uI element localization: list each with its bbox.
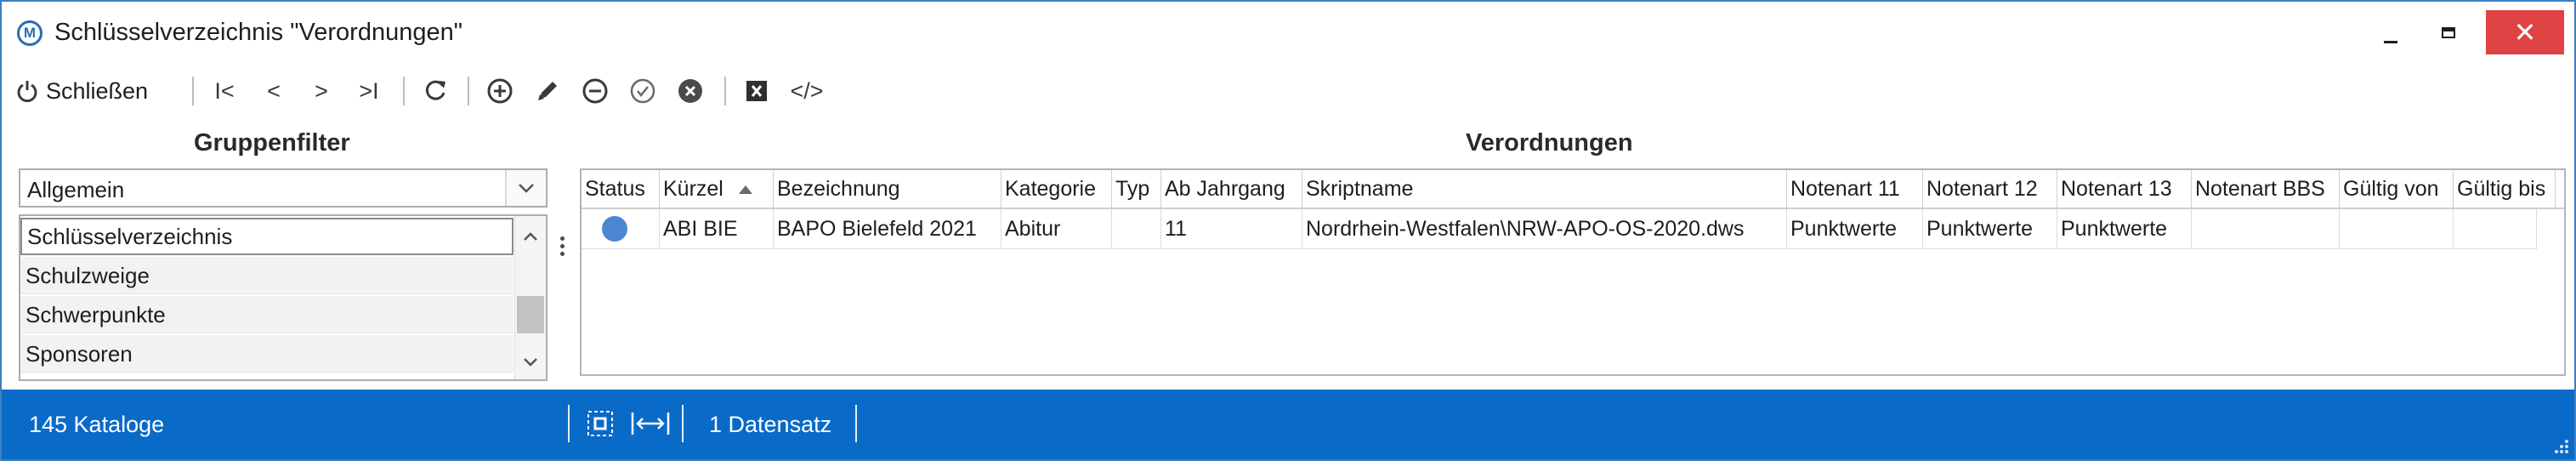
list-item[interactable]: Schulzweige	[20, 257, 513, 294]
column-header-gueltig-von[interactable]: Gültig von	[2340, 170, 2454, 208]
cell-kuerzel: ABI BIE	[660, 209, 774, 248]
statusbar-separator	[855, 405, 857, 442]
last-record-icon: >I	[359, 77, 379, 104]
group-dropdown[interactable]: Allgemein	[19, 168, 548, 208]
cell-notenart-bbs	[2192, 209, 2340, 248]
resize-grip-icon[interactable]	[2550, 435, 2569, 454]
dropdown-value: Allgemein	[27, 177, 125, 202]
confirm-button[interactable]	[624, 70, 661, 112]
group-filter-title: Gruppenfilter	[194, 129, 350, 157]
first-record-icon: I<	[214, 77, 235, 104]
minus-circle-icon	[582, 77, 609, 105]
toolbar-separator	[403, 77, 405, 105]
cell-notenart-13: Punktwerte	[2057, 209, 2192, 248]
cell-skriptname: Nordrhein-Westfalen\NRW-APO-OS-2020.dws	[1302, 209, 1787, 248]
code-icon: </>	[790, 77, 824, 104]
pencil-icon	[535, 78, 560, 104]
minimize-button[interactable]	[2374, 19, 2408, 53]
last-record-button[interactable]: >I	[352, 70, 386, 112]
column-header-notenart-12[interactable]: Notenart 12	[1923, 170, 2057, 208]
group-list: Schlüsselverzeichnis Schulzweige Schwerp…	[19, 214, 548, 381]
toolbar-separator	[468, 77, 469, 105]
cancel-button[interactable]	[672, 70, 709, 112]
add-circle-icon	[486, 77, 513, 105]
sort-ascending-icon	[738, 185, 752, 195]
edit-button[interactable]	[529, 70, 566, 112]
grid-header: Status Kürzel Bezeichnung Kategorie Typ …	[582, 170, 2564, 209]
close-button[interactable]: Schließen	[15, 70, 179, 112]
statusbar-separator	[682, 405, 684, 442]
excel-icon	[745, 79, 769, 103]
window-title: Schlüsselverzeichnis "Verordnungen"	[54, 19, 463, 46]
scroll-up-icon[interactable]	[515, 219, 546, 253]
cell-gueltig-von	[2340, 209, 2454, 248]
cell-kategorie: Abitur	[1001, 209, 1112, 248]
cell-notenart-11: Punktwerte	[1787, 209, 1923, 248]
column-header-skriptname[interactable]: Skriptname	[1302, 170, 1787, 208]
next-icon: >	[315, 77, 328, 104]
refresh-icon	[423, 78, 448, 104]
table-row[interactable]: ABI BIE BAPO Bielefeld 2021 Abitur 11 No…	[582, 209, 2537, 249]
status-bar: 145 Kataloge 1 Datensatz	[2, 390, 2574, 459]
chevron-down-icon[interactable]	[505, 170, 546, 206]
column-header-kategorie[interactable]: Kategorie	[1001, 170, 1112, 208]
list-item[interactable]: Sponsoren	[20, 335, 513, 373]
refresh-button[interactable]	[417, 70, 454, 112]
scroll-thumb[interactable]	[517, 296, 544, 333]
catalog-count: 145 Kataloge	[29, 412, 165, 437]
fit-to-window-icon[interactable]	[583, 407, 617, 441]
column-header-label: Kürzel	[663, 177, 723, 201]
status-cell	[582, 209, 660, 248]
status-dot-icon	[602, 216, 627, 242]
column-header-bezeichnung[interactable]: Bezeichnung	[774, 170, 1001, 208]
previous-icon: <	[267, 77, 281, 104]
list-item[interactable]: Schwerpunkte	[20, 296, 513, 333]
list-scrollbar[interactable]	[514, 216, 546, 379]
cell-gueltig-bis	[2454, 209, 2537, 248]
column-header-gueltig-bis[interactable]: Gültig bis	[2454, 170, 2556, 208]
column-header-status[interactable]: Status	[582, 170, 660, 208]
previous-record-button[interactable]: <	[257, 70, 291, 112]
regulations-title: Verordnungen	[1466, 129, 1633, 157]
scroll-down-icon[interactable]	[515, 345, 546, 379]
excel-export-button[interactable]	[740, 70, 774, 112]
statusbar-separator	[568, 405, 570, 442]
cancel-circle-icon	[677, 77, 704, 105]
cell-bezeichnung: BAPO Bielefeld 2021	[774, 209, 1001, 248]
first-record-button[interactable]: I<	[207, 70, 241, 112]
fit-column-width-icon[interactable]	[629, 407, 672, 441]
panel-splitter-handle[interactable]	[558, 233, 566, 267]
toolbar-separator	[724, 77, 726, 105]
remove-button[interactable]	[576, 70, 614, 112]
column-header-typ[interactable]: Typ	[1112, 170, 1161, 208]
regulations-grid: Status Kürzel Bezeichnung Kategorie Typ …	[580, 168, 2566, 376]
check-circle-icon	[629, 77, 656, 105]
column-header-notenart-bbs[interactable]: Notenart BBS	[2192, 170, 2340, 208]
close-button-label: Schließen	[46, 77, 149, 104]
title-bar: M Schlüsselverzeichnis "Verordnungen" ✕	[2, 2, 2574, 68]
toolbar-separator	[192, 77, 194, 105]
column-header-kuerzel[interactable]: Kürzel	[660, 170, 774, 208]
app-logo-icon: M	[17, 20, 43, 46]
catalog-window: M Schlüsselverzeichnis "Verordnungen" ✕ …	[0, 0, 2576, 461]
power-icon	[15, 79, 39, 103]
add-button[interactable]	[481, 70, 519, 112]
cell-typ	[1112, 209, 1161, 248]
cell-ab-jahrgang: 11	[1161, 209, 1302, 248]
close-window-button[interactable]: ✕	[2486, 10, 2564, 54]
cell-notenart-12: Punktwerte	[1923, 209, 2057, 248]
column-header-notenart-13[interactable]: Notenart 13	[2057, 170, 2192, 208]
maximize-button[interactable]	[2431, 19, 2465, 53]
script-button[interactable]: </>	[786, 70, 828, 112]
column-header-ab-jahrgang[interactable]: Ab Jahrgang	[1161, 170, 1302, 208]
next-record-button[interactable]: >	[304, 70, 338, 112]
column-header-notenart-11[interactable]: Notenart 11	[1787, 170, 1923, 208]
list-item[interactable]: Schlüsselverzeichnis	[20, 218, 513, 255]
record-count: 1 Datensatz	[709, 412, 832, 437]
